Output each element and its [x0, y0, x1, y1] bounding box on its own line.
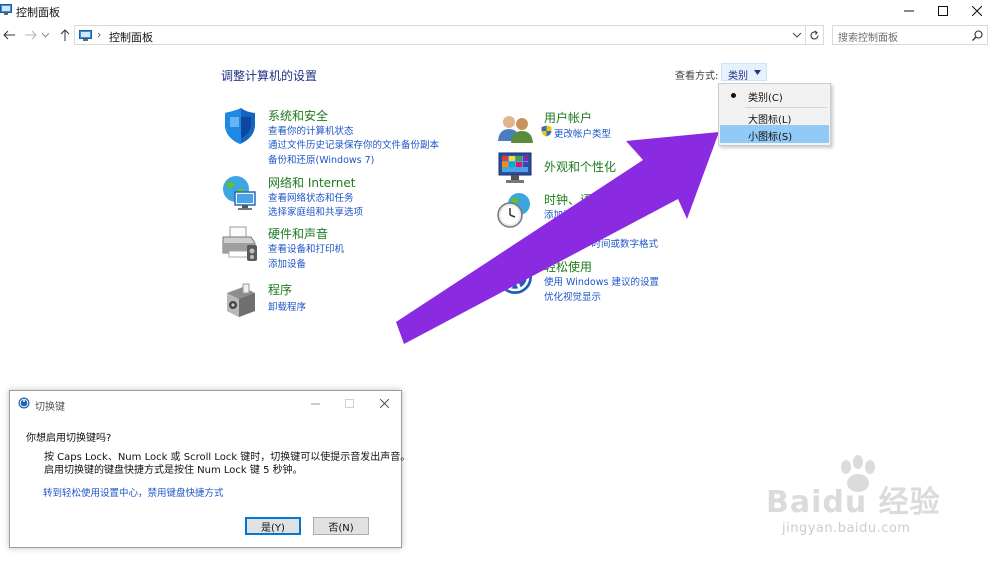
ease-of-access-icon[interactable] [497, 258, 535, 296]
clock-globe-icon[interactable] [497, 191, 535, 229]
up-button[interactable] [56, 25, 74, 45]
link-windows-recommended-settings[interactable]: 使用 Windows 建议的设置 [544, 274, 659, 288]
category-clock-language-region: 时钟、语言和区域 添加语言 更换输入法 更改日期、时间或数字格式 [497, 191, 717, 253]
link-change-input-method[interactable]: 更换输入法 [544, 222, 592, 236]
category-title[interactable]: 外观和个性化 [544, 158, 616, 175]
breadcrumb-control-panel[interactable]: 控制面板 [109, 29, 153, 45]
close-button[interactable] [960, 0, 994, 22]
disable-shortcut-link[interactable]: 转到轻松使用设置中心，禁用键盘快捷方式 [43, 485, 224, 499]
category-title[interactable]: 硬件和声音 [268, 225, 328, 242]
link-devices-printers[interactable]: 查看设备和打印机 [268, 241, 344, 255]
category-system-security: 系统和安全 查看你的计算机状态 通过文件历史记录保存你的文件备份副本 备份和还原… [221, 107, 481, 167]
watermark-url: jingyan.baidu.com [782, 521, 911, 536]
address-bar[interactable]: › 控制面板 [74, 25, 806, 45]
menu-item-large-icons[interactable]: 大图标(L) [720, 108, 829, 126]
view-by-dropdown[interactable]: 类别 [721, 63, 767, 82]
menu-item-label: 大图标(L) [748, 115, 792, 126]
forward-button[interactable] [22, 25, 40, 45]
category-user-accounts: 用户帐户 更改帐户类型 [497, 109, 717, 145]
category-title[interactable]: 网络和 Internet [268, 174, 355, 191]
category-title[interactable]: 时钟、语言和区域 [544, 191, 640, 208]
category-title[interactable]: 用户帐户 [544, 109, 592, 126]
minimize-button[interactable] [892, 0, 926, 22]
network-globe-icon[interactable] [221, 174, 259, 212]
title-bar: 控制面板 [0, 0, 1000, 22]
search-input[interactable]: 搜索控制面板 [832, 25, 988, 45]
link-network-status[interactable]: 查看网络状态和任务 [268, 190, 354, 204]
toggle-keys-dialog: 切换键 你想启用切换键吗? 按 Caps Lock、Num Lock 或 Scr… [9, 390, 410, 548]
link-optimize-visual-display[interactable]: 优化视觉显示 [544, 289, 601, 303]
breadcrumb-separator: › [97, 28, 102, 41]
dialog-close-button[interactable] [373, 394, 395, 412]
refresh-icon [810, 30, 819, 39]
maximize-button[interactable] [926, 0, 960, 22]
arrow-up-icon [60, 29, 70, 41]
menu-item-label: 类别(C) [748, 93, 783, 104]
menu-item-category[interactable]: 类别(C) [720, 86, 829, 104]
search-icon [972, 30, 983, 41]
window-title: 控制面板 [16, 6, 60, 19]
watermark-brand: Baidu 经验 [766, 485, 941, 520]
maximize-icon [344, 398, 354, 408]
close-icon [972, 6, 982, 16]
dialog-title: 切换键 [35, 402, 65, 413]
link-uninstall-program[interactable]: 卸载程序 [268, 299, 306, 313]
dialog-maximize-button[interactable] [338, 394, 360, 412]
link-homegroup-sharing[interactable]: 选择家庭组和共享选项 [268, 204, 363, 218]
link-file-history[interactable]: 通过文件历史记录保存你的文件备份副本 [268, 137, 439, 151]
appearance-monitor-icon[interactable] [497, 149, 535, 187]
menu-item-small-icons[interactable]: 小图标(S) [720, 125, 829, 143]
refresh-button[interactable] [806, 25, 824, 45]
printer-icon[interactable] [221, 225, 259, 263]
link-change-account-type[interactable]: 更改帐户类型 [554, 126, 611, 140]
close-icon [379, 398, 389, 408]
watermark: Baidu 经验 jingyan.baidu.com [760, 455, 960, 555]
dialog-question: 你想启用切换键吗? [26, 433, 112, 444]
view-by-value: 类别 [728, 71, 748, 82]
ease-of-access-icon [18, 397, 30, 409]
selected-dot-icon [731, 93, 736, 98]
control-panel-icon [79, 30, 92, 41]
user-accounts-icon[interactable] [497, 111, 535, 149]
link-change-date-time-format[interactable]: 更改日期、时间或数字格式 [544, 236, 658, 250]
dialog-minimize-button[interactable] [304, 394, 326, 412]
category-programs: 程序 卸载程序 [221, 281, 481, 321]
no-button[interactable]: 否(N) [313, 517, 369, 535]
search-placeholder: 搜索控制面板 [838, 33, 898, 44]
programs-box-icon[interactable] [221, 281, 259, 319]
category-ease-of-access: 轻松使用 使用 Windows 建议的设置 优化视觉显示 [497, 258, 717, 304]
navigation-bar: › 控制面板 搜索控制面板 [0, 24, 1000, 46]
category-title[interactable]: 程序 [268, 281, 292, 298]
category-network-internet: 网络和 Internet 查看网络状态和任务 选择家庭组和共享选项 [221, 174, 481, 220]
arrow-right-icon [25, 30, 37, 40]
category-title[interactable]: 轻松使用 [544, 258, 592, 275]
link-add-language[interactable]: 添加语言 [544, 207, 582, 221]
link-view-computer-status[interactable]: 查看你的计算机状态 [268, 123, 354, 137]
minimize-icon [310, 403, 320, 404]
menu-item-label: 小图标(S) [748, 132, 793, 143]
chevron-down-icon [41, 32, 49, 38]
arrow-left-icon [3, 30, 15, 40]
yes-button[interactable]: 是(Y) [245, 517, 301, 535]
uac-shield-icon [541, 125, 552, 137]
minimize-icon [904, 10, 914, 12]
control-panel-icon [0, 4, 12, 15]
link-add-device[interactable]: 添加设备 [268, 256, 306, 270]
category-title[interactable]: 系统和安全 [268, 107, 328, 124]
view-by-menu: 类别(C) 大图标(L) 小图标(S) [718, 83, 831, 146]
chevron-down-icon[interactable] [792, 30, 802, 40]
category-appearance: 外观和个性化 [497, 149, 717, 189]
view-by-label: 查看方式: [675, 71, 719, 82]
recent-locations-button[interactable] [40, 25, 50, 45]
maximize-icon [938, 6, 948, 16]
category-hardware-sound: 硬件和声音 查看设备和打印机 添加设备 [221, 225, 481, 271]
page-title: 调整计算机的设置 [221, 69, 318, 83]
back-button[interactable] [0, 25, 18, 45]
link-backup-restore[interactable]: 备份和还原(Windows 7) [268, 152, 374, 166]
shield-icon[interactable] [221, 107, 259, 145]
caret-down-icon [754, 70, 761, 75]
dialog-body-line2: 启用切换键的键盘快捷方式是按住 Num Lock 键 5 秒钟。 [44, 465, 303, 476]
